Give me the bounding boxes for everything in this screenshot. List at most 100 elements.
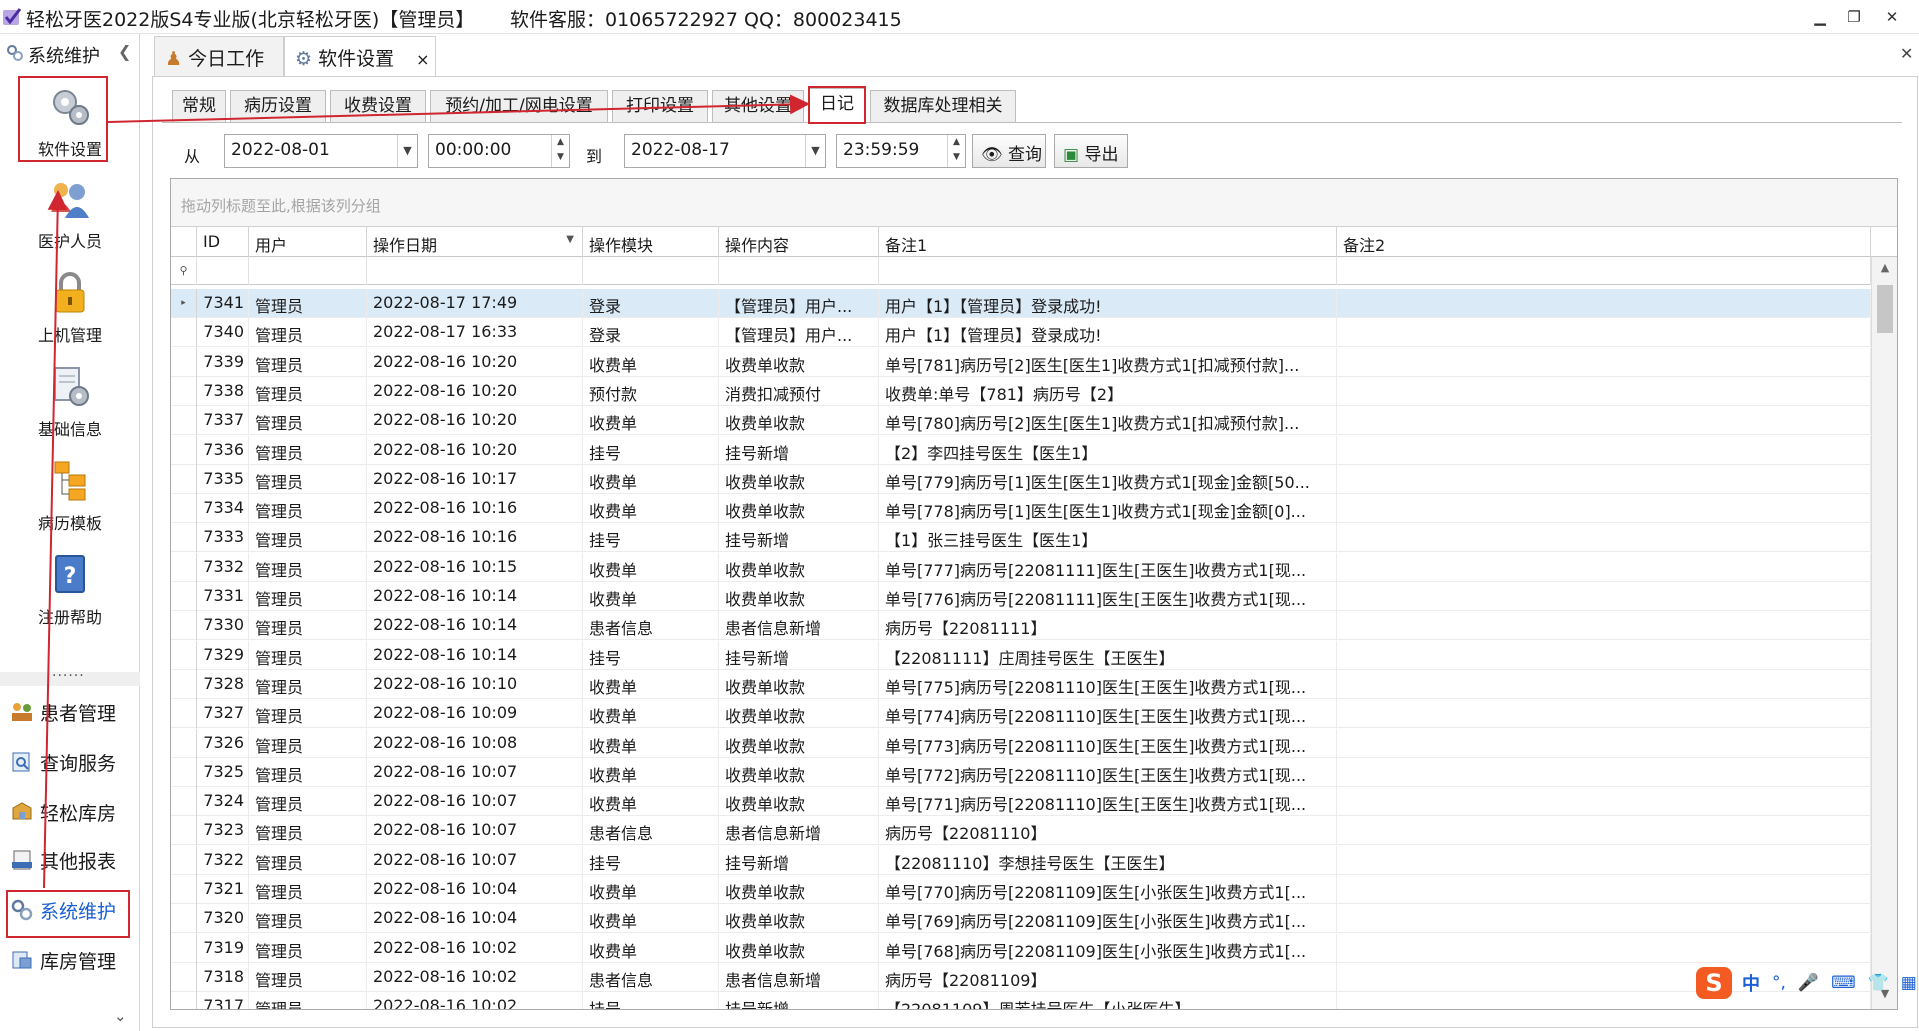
cell-date[interactable]: 2022-08-16 10:07	[367, 816, 583, 846]
cell-remark2[interactable]	[1337, 582, 1871, 611]
cell-module[interactable]: 收费单	[583, 728, 719, 758]
table-row[interactable]: 7325 管理员 2022-08-16 10:07 收费单 收费单收款 单号[772]病历…	[171, 757, 1871, 787]
cell-id[interactable]: 7326	[197, 728, 249, 758]
cell-user[interactable]: 管理员	[249, 318, 367, 348]
cell-user[interactable]: 管理员	[249, 406, 367, 436]
cell-user[interactable]: 管理员	[249, 289, 367, 318]
table-row[interactable]: 7333 管理员 2022-08-16 10:16 挂号 挂号新增 【1】张三挂号医生【医…	[171, 523, 1871, 553]
cell-remark1[interactable]: 病历号【22081110】	[879, 816, 1337, 846]
cell-content[interactable]: 收费单收款	[719, 787, 879, 817]
cell-date[interactable]: 2022-08-16 10:15	[367, 552, 583, 582]
cell-content[interactable]: 消费扣减预付	[719, 376, 879, 406]
cell-id[interactable]: 7334	[197, 494, 249, 524]
from-time-input[interactable]: 00:00:00 ▲ ▼	[428, 134, 570, 168]
table-row[interactable]: 7319 管理员 2022-08-16 10:02 收费单 收费单收款 单号[768]病历…	[171, 933, 1871, 963]
table-row[interactable]: 7323 管理员 2022-08-16 10:07 患者信息 患者信息新增 病历号【220…	[171, 816, 1871, 846]
cell-user[interactable]: 管理员	[249, 376, 367, 406]
table-row[interactable]: 7337 管理员 2022-08-16 10:20 收费单 收费单收款 单号[780]病历…	[171, 406, 1871, 436]
column-header-remark2[interactable]: 备注2	[1337, 227, 1871, 257]
cell-remark2[interactable]	[1337, 699, 1871, 729]
cell-remark1[interactable]: 单号[778]病历号[1]医生[医生1]收费方式1[现金]金额[0]...	[879, 494, 1337, 524]
cell-date[interactable]: 2022-08-16 10:10	[367, 669, 583, 699]
cell-content[interactable]: 收费单收款	[719, 875, 879, 904]
spinner-icon[interactable]: ▲ ▼	[947, 135, 965, 167]
sidebar-nav-warehouse[interactable]: 轻松库房	[10, 794, 132, 830]
subtab-other-settings[interactable]: 其他设置	[712, 90, 804, 122]
cell-user[interactable]: 管理员	[249, 933, 367, 963]
cell-id[interactable]: 7331	[197, 582, 249, 611]
cell-remark1[interactable]: 【22081111】庄周挂号医生【王医生】	[879, 640, 1337, 670]
cell-date[interactable]: 2022-08-17 17:49	[367, 289, 583, 318]
sidebar-tool-registration-help[interactable]: ? 注册帮助	[10, 552, 130, 628]
cell-module[interactable]: 收费单	[583, 669, 719, 699]
table-row[interactable]: 7335 管理员 2022-08-16 10:17 收费单 收费单收款 单号[779]病历…	[171, 464, 1871, 494]
to-time-input[interactable]: 23:59:59 ▲ ▼	[836, 134, 966, 168]
cell-user[interactable]: 管理员	[249, 787, 367, 817]
cell-remark1[interactable]: 单号[777]病历号[22081111]医生[王医生]收费方式1[现...	[879, 552, 1337, 582]
query-button[interactable]: 👁 查询	[972, 134, 1046, 168]
cell-id[interactable]: 7325	[197, 757, 249, 787]
cell-id[interactable]: 7320	[197, 904, 249, 934]
cell-remark1[interactable]: 单号[779]病历号[1]医生[医生1]收费方式1[现金]金额[50...	[879, 464, 1337, 494]
cell-remark2[interactable]	[1337, 816, 1871, 846]
cell-content[interactable]: 收费单收款	[719, 582, 879, 611]
filter-cell[interactable]	[719, 257, 879, 285]
cell-date[interactable]: 2022-08-16 10:07	[367, 757, 583, 787]
tab-software-settings[interactable]: ⚙ 软件设置 ×	[284, 36, 436, 76]
table-row[interactable]: 7317 管理员 2022-08-16 10:02 挂号 挂号新增 【22081109】周…	[171, 992, 1871, 1009]
column-header-date[interactable]: 操作日期 ▼	[367, 227, 583, 257]
cell-remark2[interactable]	[1337, 640, 1871, 670]
cell-module[interactable]: 收费单	[583, 787, 719, 817]
table-row[interactable]: 7321 管理员 2022-08-16 10:04 收费单 收费单收款 单号[770]病历…	[171, 875, 1871, 904]
cell-id[interactable]: 7337	[197, 406, 249, 436]
cell-remark2[interactable]	[1337, 904, 1871, 934]
cell-date[interactable]: 2022-08-16 10:14	[367, 611, 583, 641]
cell-content[interactable]: 收费单收款	[719, 757, 879, 787]
cell-id[interactable]: 7318	[197, 962, 249, 992]
cell-date[interactable]: 2022-08-16 10:20	[367, 435, 583, 465]
cell-user[interactable]: 管理员	[249, 669, 367, 699]
cell-date[interactable]: 2022-08-16 10:16	[367, 523, 583, 553]
tab-today-work[interactable]: ♟ 今日工作	[154, 36, 284, 76]
sidebar-tool-basic-info[interactable]: 基础信息	[10, 364, 130, 440]
cell-remark2[interactable]	[1337, 669, 1871, 699]
cell-remark2[interactable]	[1337, 845, 1871, 875]
sidebar-tool-login-management[interactable]: 上机管理	[10, 270, 130, 346]
ime-logo-icon[interactable]: S	[1696, 967, 1732, 999]
cell-date[interactable]: 2022-08-16 10:04	[367, 904, 583, 934]
cell-id[interactable]: 7336	[197, 435, 249, 465]
cell-remark1[interactable]: 病历号【22081109】	[879, 962, 1337, 992]
cell-id[interactable]: 7339	[197, 347, 249, 377]
cell-content[interactable]: 患者信息新增	[719, 962, 879, 992]
column-header-content[interactable]: 操作内容	[719, 227, 879, 257]
cell-remark2[interactable]	[1337, 406, 1871, 436]
subtab-billing-settings[interactable]: 收费设置	[330, 90, 426, 122]
cell-remark2[interactable]	[1337, 289, 1871, 318]
microphone-icon[interactable]: 🎤	[1798, 973, 1819, 993]
cell-module[interactable]: 登录	[583, 318, 719, 348]
cell-remark1[interactable]: 用户【1】【管理员】登录成功!	[879, 318, 1337, 348]
cell-date[interactable]: 2022-08-16 10:20	[367, 376, 583, 406]
cell-id[interactable]: 7322	[197, 845, 249, 875]
cell-id[interactable]: 7323	[197, 816, 249, 846]
cell-module[interactable]: 收费单	[583, 406, 719, 436]
cell-module[interactable]: 收费单	[583, 582, 719, 611]
cell-date[interactable]: 2022-08-16 10:02	[367, 962, 583, 992]
filter-cell[interactable]	[249, 257, 367, 285]
cell-remark1[interactable]: 单号[773]病历号[22081110]医生[王医生]收费方式1[现...	[879, 728, 1337, 758]
table-row[interactable]: 7332 管理员 2022-08-16 10:15 收费单 收费单收款 单号[777]病历…	[171, 552, 1871, 582]
punctuation-icon[interactable]: °,	[1772, 973, 1786, 993]
cell-module[interactable]: 收费单	[583, 933, 719, 963]
cell-content[interactable]: 挂号新增	[719, 640, 879, 670]
cell-date[interactable]: 2022-08-16 10:04	[367, 875, 583, 904]
table-row[interactable]: 7338 管理员 2022-08-16 10:20 预付款 消费扣减预付 收费单:单号【7…	[171, 376, 1871, 406]
sidebar-separator[interactable]: ......	[0, 664, 140, 686]
column-header-id[interactable]: ID	[197, 227, 249, 257]
restore-icon[interactable]: ❐	[1842, 6, 1866, 28]
cell-module[interactable]: 挂号	[583, 435, 719, 465]
cell-remark1[interactable]: 单号[772]病历号[22081110]医生[王医生]收费方式1[现...	[879, 757, 1337, 787]
cell-id[interactable]: 7333	[197, 523, 249, 553]
cell-date[interactable]: 2022-08-16 10:20	[367, 406, 583, 436]
cell-module[interactable]: 挂号	[583, 992, 719, 1009]
table-row[interactable]: 7340 管理员 2022-08-17 16:33 登录 【管理员】用户... 用户【1】…	[171, 318, 1871, 348]
